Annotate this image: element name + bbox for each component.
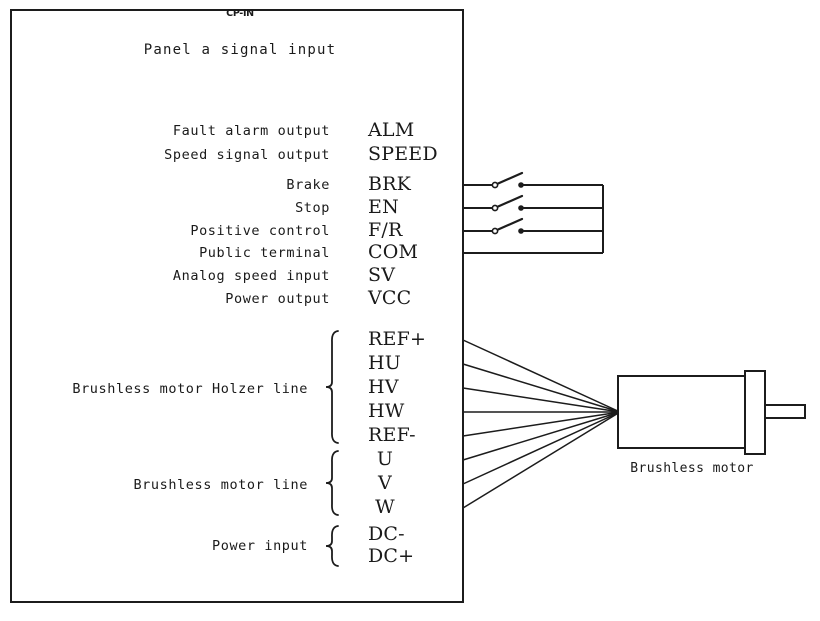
terminal-label-vcc: VCC: [368, 287, 412, 309]
signal-description-alm: Fault alarm output: [172, 123, 330, 139]
diagram-canvas: CP-IN Panel a signal input Fault alarm o…: [0, 0, 820, 621]
group-brace-0: [325, 330, 339, 444]
terminal-label-alm: ALM: [368, 119, 415, 141]
switch-terminal-open-1[interactable]: [491, 204, 499, 212]
switch-terminal-open-2[interactable]: [491, 227, 499, 235]
switch-terminal-closed-0[interactable]: [518, 182, 524, 188]
terminal-label-hv: HV: [368, 376, 399, 398]
panel-title: Panel a signal input: [143, 42, 337, 58]
terminal-label-com: COM: [368, 241, 419, 263]
terminal-label-ref-minusplus: REF+: [368, 328, 427, 350]
motor-flange: [744, 370, 766, 455]
signal-description-vcc: Power output: [225, 291, 330, 307]
motor-cable-6: [462, 411, 621, 485]
signal-description-speed: Speed signal output: [164, 147, 330, 163]
terminal-label-v: V: [378, 472, 392, 494]
group-label-0: Brushless motor Holzer line: [72, 381, 308, 397]
motor-cable-2: [462, 387, 621, 413]
terminal-label-f-r: F/R: [368, 219, 403, 241]
terminal-label-sv: SV: [368, 264, 396, 286]
terminal-label-en: EN: [368, 196, 399, 218]
motor-cable-4: [462, 411, 621, 437]
motor-body: [617, 375, 746, 449]
motor-shaft: [764, 404, 806, 419]
terminal-label-brk: BRK: [368, 173, 412, 195]
terminal-label-u: U: [376, 448, 394, 470]
group-label-1: Brushless motor line: [133, 477, 308, 493]
switch-lever-0[interactable]: [495, 171, 524, 186]
switch-terminal-closed-2[interactable]: [518, 228, 524, 234]
motor-cable-7: [462, 411, 621, 509]
signal-description-f-r: Positive control: [190, 223, 330, 239]
terminal-label-dc-minus: DC-: [368, 523, 405, 545]
group-label-2: Power input: [211, 538, 308, 554]
group-brace-1: [325, 450, 339, 516]
motor-cable-1: [462, 363, 621, 413]
group-brace-2: [325, 525, 339, 567]
terminal-label-w: W: [375, 496, 395, 518]
terminal-label-speed: SPEED: [368, 143, 438, 165]
switch-lever-2[interactable]: [495, 217, 524, 232]
terminal-label-dc-minusplus: DC+: [368, 545, 415, 567]
signal-description-sv: Analog speed input: [172, 268, 330, 284]
panel-code-label: CP-IN: [226, 8, 254, 19]
terminal-label-hw: HW: [368, 400, 405, 422]
signal-description-com: Public terminal: [199, 245, 330, 261]
motor-cable-5: [462, 411, 621, 461]
switch-terminal-closed-1[interactable]: [518, 205, 524, 211]
terminal-label-ref-minus: REF-: [368, 424, 416, 446]
terminal-label-hu: HU: [368, 352, 401, 374]
signal-description-brk: Brake: [286, 177, 330, 193]
motor-cable-0: [462, 339, 621, 413]
switch-lever-1[interactable]: [495, 194, 524, 209]
signal-description-en: Stop: [295, 200, 330, 216]
switch-terminal-open-0[interactable]: [491, 181, 499, 189]
motor-caption: Brushless motor: [630, 461, 754, 476]
